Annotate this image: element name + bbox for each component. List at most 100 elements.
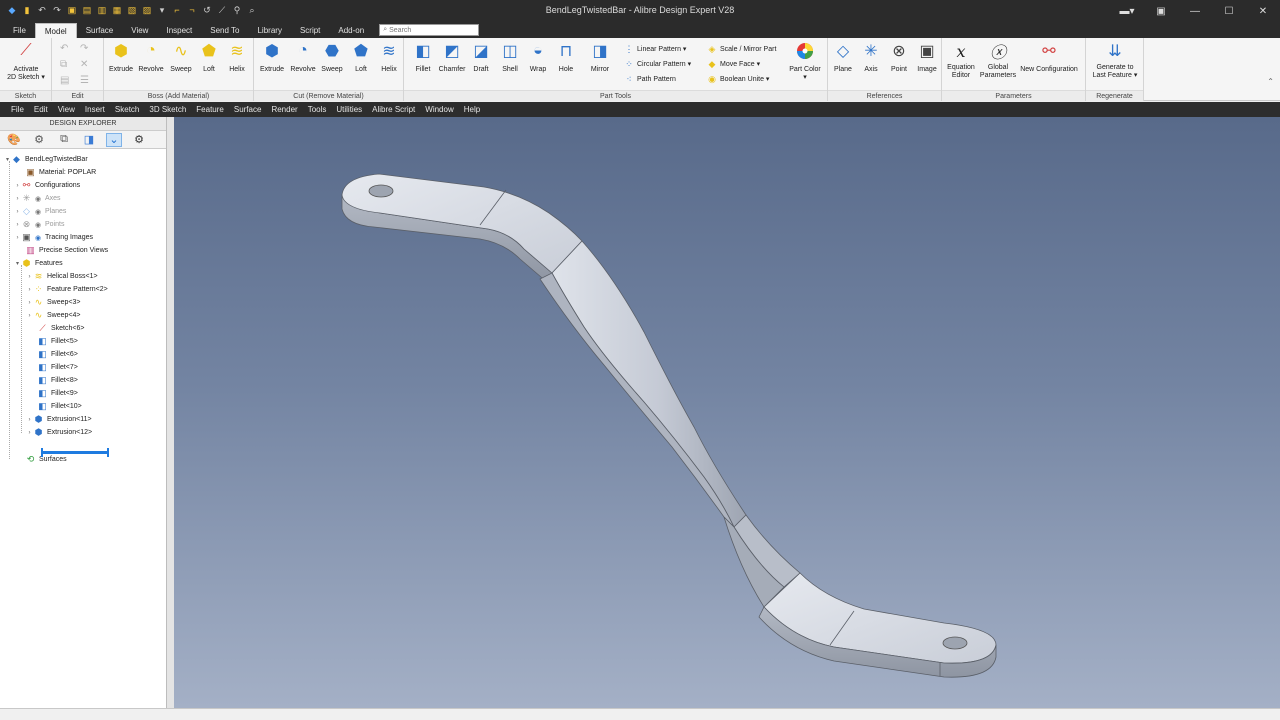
tab-library[interactable]: Library (248, 23, 290, 38)
menu-help[interactable]: Help (459, 105, 485, 114)
cut-sweep-button[interactable]: ⬣ Sweep (317, 41, 347, 87)
close-icon[interactable]: ✕ (1246, 0, 1280, 22)
wrap-button[interactable]: ◒ Wrap (523, 41, 553, 87)
new-configuration-button[interactable]: ⚯ New Configuration (1020, 41, 1078, 87)
copy-edit-icon[interactable]: ⧉ (60, 59, 74, 70)
settings-gear-alt-icon[interactable]: ⚙ (31, 133, 47, 147)
part-color-button[interactable]: Part Color ▾ (788, 41, 822, 87)
tab-surface[interactable]: Surface (77, 23, 123, 38)
cut-revolve-button[interactable]: ◔ Revolve (288, 41, 318, 87)
help-icon[interactable]: ▣ (1144, 0, 1178, 22)
boss-loft-button[interactable]: ⬟ Loft (194, 41, 224, 87)
menu-file[interactable]: File (6, 105, 29, 114)
tab-add-on[interactable]: Add-on (329, 23, 373, 38)
linear-pattern-button[interactable]: ⋮ Linear Pattern ▾ (624, 43, 687, 55)
search-box[interactable]: ⌕ Search (379, 24, 480, 36)
menu-alibre-script[interactable]: Alibre Script (367, 105, 420, 114)
collapse-ribbon-icon[interactable]: ⌃ (1267, 77, 1274, 86)
tree-item-helical-boss[interactable]: › ≋ Helical Boss<1> (26, 270, 98, 283)
paste-edit-icon[interactable]: ▤ (60, 75, 74, 86)
tree-item-fillet-10[interactable]: ◧ Fillet<10> (30, 400, 82, 413)
tree-item-points[interactable]: › ⊗ ◉ Points (14, 218, 65, 231)
section-view-icon[interactable]: ◨ (81, 133, 97, 147)
maximize-icon[interactable]: ☐ (1212, 0, 1246, 22)
menu-feature[interactable]: Feature (191, 105, 229, 114)
tree-item-fillet-7[interactable]: ◧ Fillet<7> (30, 361, 78, 374)
tab-model[interactable]: Model (34, 23, 77, 38)
menu-render[interactable]: Render (266, 105, 302, 114)
panel-splitter[interactable] (167, 117, 174, 708)
chamfer-button[interactable]: ◩ Chamfer (437, 41, 467, 87)
visibility-eye-icon[interactable]: ◉ (35, 195, 45, 203)
rollback-bar[interactable] (41, 448, 109, 457)
twisted-bar-model[interactable] (174, 117, 1280, 708)
menu-insert[interactable]: Insert (80, 105, 110, 114)
tab-script[interactable]: Script (291, 23, 329, 38)
tree-item-extrusion-12[interactable]: › ⬢ Extrusion<12> (26, 426, 93, 439)
tree-item-planes[interactable]: › ◇ ◉ Planes (14, 205, 67, 218)
mirror-button[interactable]: ◨ Mirror (585, 41, 615, 87)
menu-edit[interactable]: Edit (29, 105, 53, 114)
delete-edit-icon[interactable]: ✕ (80, 59, 94, 70)
properties-edit-icon[interactable]: ☰ (80, 75, 94, 86)
undo-edit-icon[interactable]: ↶ (60, 43, 74, 54)
axis-button[interactable]: ✳ Axis (856, 41, 886, 87)
menu-window[interactable]: Window (420, 105, 458, 114)
visibility-eye-icon[interactable]: ◉ (35, 221, 45, 229)
plane-button[interactable]: ◇ Plane (828, 41, 858, 87)
boolean-unite-button[interactable]: ◉ Boolean Unite ▾ (707, 73, 769, 85)
generate-to-last-feature-button[interactable]: ⇊ Generate to Last Feature ▾ (1093, 41, 1138, 87)
activate-2d-sketch-button[interactable]: ⟋ Activate 2D Sketch ▾ (7, 41, 45, 87)
visibility-eye-icon[interactable]: ◉ (35, 208, 45, 216)
tree-item-sweep-3[interactable]: › ∿ Sweep<3> (26, 296, 81, 309)
search-input[interactable]: Search (389, 27, 411, 34)
image-button[interactable]: ▣ Image (912, 41, 942, 87)
tree-item-axes[interactable]: › ✳ ◉ Axes (14, 192, 61, 205)
move-face-button[interactable]: ◆ Move Face ▾ (707, 58, 761, 70)
tree-item-sketch-6[interactable]: ⟋ Sketch<6> (30, 322, 84, 335)
color-palette-icon[interactable]: 🎨 (6, 133, 22, 147)
equation-editor-button[interactable]: 𝑥 Equation Editor (946, 41, 976, 87)
tree-item-material[interactable]: ▣ Material: POPLAR (18, 166, 96, 179)
point-button[interactable]: ⊗ Point (884, 41, 914, 87)
menu-surface[interactable]: Surface (229, 105, 267, 114)
tree-item-fillet-6[interactable]: ◧ Fillet<6> (30, 348, 78, 361)
menu-sketch[interactable]: Sketch (110, 105, 144, 114)
menu-tools[interactable]: Tools (303, 105, 332, 114)
path-pattern-button[interactable]: ⁖ Path Pattern (624, 73, 676, 85)
menu-utilities[interactable]: Utilities (331, 105, 367, 114)
scale-mirror-part-button[interactable]: ◈ Scale / Mirror Part (707, 43, 777, 55)
tree-item-sweep-4[interactable]: › ∿ Sweep<4> (26, 309, 81, 322)
shell-button[interactable]: ◫ Shell (495, 41, 525, 87)
minimize-icon[interactable]: — (1178, 0, 1212, 22)
hole-button[interactable]: ⊓ Hole (551, 41, 581, 87)
menu-3d-sketch[interactable]: 3D Sketch (144, 105, 191, 114)
3d-viewport[interactable] (174, 117, 1280, 708)
tree-item-fillet-5[interactable]: ◧ Fillet<5> (30, 335, 78, 348)
tab-send-to[interactable]: Send To (201, 23, 248, 38)
redo-edit-icon[interactable]: ↷ (80, 43, 94, 54)
cut-loft-button[interactable]: ⬟ Loft (346, 41, 376, 87)
draft-button[interactable]: ◪ Draft (466, 41, 496, 87)
tree-root[interactable]: ▾ ◆ BendLegTwistedBar (4, 153, 88, 166)
tree-item-fillet-9[interactable]: ◧ Fillet<9> (30, 387, 78, 400)
boss-sweep-button[interactable]: ∿ Sweep (166, 41, 196, 87)
cut-helix-button[interactable]: ≋ Helix (374, 41, 404, 87)
boss-extrude-button[interactable]: ⬢ Extrude (106, 41, 136, 87)
circular-pattern-button[interactable]: ⁘ Circular Pattern ▾ (624, 58, 691, 70)
copy-explorer-icon[interactable]: ⧉ (56, 133, 72, 147)
boss-revolve-button[interactable]: ◔ Revolve (136, 41, 166, 87)
ribbon-options-icon[interactable]: ▬▾ (1110, 0, 1144, 22)
visibility-eye-icon[interactable]: ◉ (35, 234, 45, 242)
tree-item-configurations[interactable]: › ⚯ Configurations (14, 179, 81, 192)
boss-helix-button[interactable]: ≋ Helix (222, 41, 252, 87)
collapse-all-icon[interactable]: ⌄ (106, 132, 122, 147)
global-parameters-button[interactable]: ⓧ Global Parameters (980, 41, 1016, 87)
tab-inspect[interactable]: Inspect (157, 23, 201, 38)
menu-view[interactable]: View (53, 105, 80, 114)
fillet-button[interactable]: ◧ Fillet (408, 41, 438, 87)
cut-extrude-button[interactable]: ⬢ Extrude (257, 41, 287, 87)
tree-item-tracing-images[interactable]: › ▣ ◉ Tracing Images (14, 231, 93, 244)
tree-item-precise-section-views[interactable]: ▥ Precise Section Views (18, 244, 108, 257)
tree-item-feature-pattern[interactable]: › ⁘ Feature Pattern<2> (26, 283, 108, 296)
